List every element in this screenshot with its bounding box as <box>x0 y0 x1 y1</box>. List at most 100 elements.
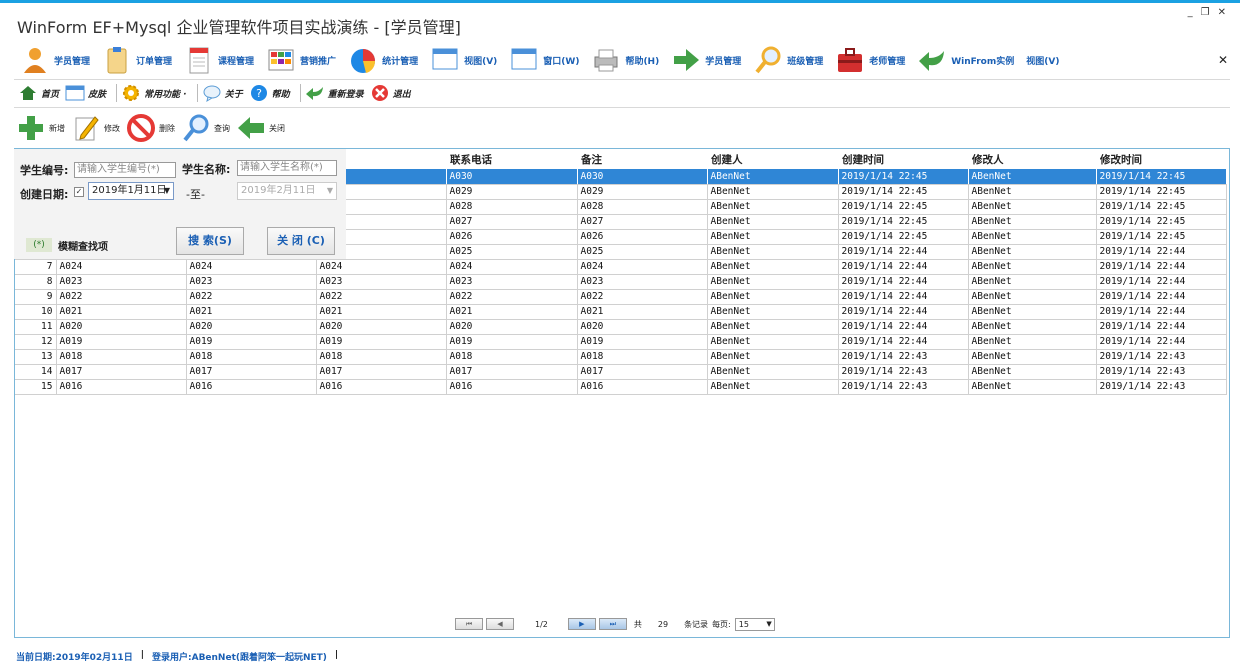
column-header-phone[interactable]: 联系电话 <box>446 149 577 169</box>
chevron-down-icon: ▼ <box>163 186 170 195</box>
column-header-modifier[interactable]: 修改人 <box>968 149 1096 169</box>
divider <box>116 84 118 102</box>
table-cell: A024 <box>186 259 317 275</box>
menu-item-class[interactable]: 班级管理 <box>753 43 823 77</box>
prev-page-button[interactable]: ◀ <box>486 618 514 630</box>
toolbar-label: 皮肤 <box>88 89 107 100</box>
per-page-select[interactable]: 15 ▼ <box>734 617 775 631</box>
table-row[interactable]: 13 A018 A018 A018 A018 A018 ABenNet 2019/1/14 2… <box>15 349 1227 365</box>
menu-item-marketing[interactable]: 营销推广 <box>266 43 336 77</box>
row-number: 12 <box>15 334 57 350</box>
table-cell: 2019/1/14 22:45 <box>838 169 969 185</box>
last-page-button[interactable]: ⏭ <box>598 618 627 630</box>
table-cell: A023 <box>446 274 578 290</box>
table-row[interactable]: 8 A023 A023 A023 A023 A023 ABenNet 2019/1/14 22… <box>15 274 1227 290</box>
table-cell: A021 <box>446 304 578 320</box>
window-icon <box>65 83 85 103</box>
table-cell: 2019/1/14 22:45 <box>838 214 969 230</box>
table-row[interactable]: 9 A022 A022 A022 A022 A022 ABenNet 2019/1/14 22… <box>15 289 1227 305</box>
table-cell: A019 <box>56 334 187 350</box>
menu-item-course[interactable]: 课程管理 <box>184 43 254 77</box>
toolbar-relogin[interactable]: 重新登录 <box>305 83 364 103</box>
menu-item-order[interactable]: 订单管理 <box>102 43 172 77</box>
table-row[interactable]: 15 A016 A016 A016 A016 A016 ABenNet 2019/1/14 2… <box>15 379 1227 395</box>
column-header-creator[interactable]: 创建人 <box>707 149 838 169</box>
table-cell: A020 <box>56 319 187 335</box>
menu-item-statistics[interactable]: 统计管理 <box>348 43 418 77</box>
toolbar-about[interactable]: 关于 <box>202 83 243 103</box>
menu-item-view-2[interactable]: 视图(V) <box>1026 43 1059 77</box>
student-name-label: 学生名称: <box>182 163 231 176</box>
minimize-button[interactable]: _ <box>1188 7 1193 18</box>
column-header-note[interactable]: 备注 <box>577 149 707 169</box>
table-cell: ABenNet <box>968 289 1097 305</box>
toolbar-common-functions[interactable]: 常用功能 · <box>121 83 187 103</box>
date-from-value: 2019年1月11日 <box>92 185 167 196</box>
menu-item-student-2[interactable]: 学员管理 <box>671 43 741 77</box>
table-cell: A024 <box>446 259 578 275</box>
delete-button[interactable]: 删除 <box>126 113 175 143</box>
student-name-input[interactable]: 请输入学生名称(*) <box>237 160 337 176</box>
divider <box>14 79 1230 80</box>
close-search-button[interactable]: 关 闭 (C) <box>267 227 335 255</box>
table-row[interactable]: 7 A024 A024 A024 A024 A024 ABenNet 2019/1/14 22… <box>15 259 1227 275</box>
table-cell: A026 <box>446 229 578 245</box>
table-cell: A030 <box>446 169 578 185</box>
table-cell: 2019/1/14 22:44 <box>838 244 969 260</box>
table-cell: A029 <box>577 184 708 200</box>
chevron-down-icon: ▼ <box>766 619 772 628</box>
toolbar-skin[interactable]: 皮肤 <box>65 83 106 103</box>
close-tab-button[interactable]: 关闭 <box>236 113 285 143</box>
table-cell: 2019/1/14 22:44 <box>1096 259 1227 275</box>
table-cell: A022 <box>577 289 708 305</box>
close-button[interactable]: ✕ <box>1218 7 1226 18</box>
table-cell: ABenNet <box>968 349 1097 365</box>
table-cell: ABenNet <box>968 244 1097 260</box>
mdi-close-icon[interactable]: ✕ <box>1218 53 1228 67</box>
menu-item-winform-example[interactable]: WinFrom实例 <box>917 43 1014 77</box>
table-row[interactable]: 11 A020 A020 A020 A020 A020 ABenNet 2019/1/14 2… <box>15 319 1227 335</box>
column-header-created[interactable]: 创建时间 <box>838 149 968 169</box>
next-page-button[interactable]: ▶ <box>567 618 596 630</box>
menu-item-label: 视图(V) <box>464 56 498 67</box>
menu-item-view[interactable]: 视图(V) <box>430 43 497 77</box>
table-cell: A023 <box>56 274 187 290</box>
menu-item-student[interactable]: 学员管理 <box>20 43 90 77</box>
toolbar-home[interactable]: 首页 <box>18 83 59 103</box>
status-separator: | <box>140 650 144 660</box>
date-checkbox[interactable]: ✓ <box>74 187 84 197</box>
table-row[interactable]: 10 A021 A021 A021 A021 A021 ABenNet 2019/1/14 2… <box>15 304 1227 320</box>
add-button[interactable]: 新增 <box>16 113 65 143</box>
query-button[interactable]: 查询 <box>181 113 230 143</box>
table-row[interactable]: 12 A019 A019 A019 A019 A019 ABenNet 2019/1/14 2… <box>15 334 1227 350</box>
toolbar-help[interactable]: ? 帮助 <box>249 83 290 103</box>
first-page-button[interactable]: ⏮ <box>455 618 483 630</box>
divider <box>299 84 301 102</box>
table-row[interactable]: 14 A017 A017 A017 A017 A017 ABenNet 2019/1/14 2… <box>15 364 1227 380</box>
table-cell: ABenNet <box>707 334 839 350</box>
divider <box>14 107 1230 108</box>
table-cell: A021 <box>316 304 447 320</box>
toolbar-label: 删除 <box>159 123 175 133</box>
search-button[interactable]: 搜 索(S) <box>176 227 244 255</box>
menu-item-help[interactable]: 帮助(H) <box>591 43 659 77</box>
date-to-picker[interactable]: 2019年2月11日 ▼ <box>237 182 337 200</box>
toolbar-label: 关于 <box>224 89 243 100</box>
edit-button[interactable]: 修改 <box>71 113 120 143</box>
toolbar-exit[interactable]: 退出 <box>370 83 411 103</box>
menu-item-window[interactable]: 窗口(W) <box>509 43 579 77</box>
table-cell: 2019/1/14 22:44 <box>838 274 969 290</box>
table-cell: ABenNet <box>968 169 1097 185</box>
menu-item-label: 视图(V) <box>1026 56 1060 67</box>
restore-button[interactable]: ❐ <box>1201 7 1210 18</box>
table-cell: ABenNet <box>968 364 1097 380</box>
date-from-picker[interactable]: 2019年1月11日 ▼ <box>88 182 174 200</box>
table-cell: A023 <box>186 274 317 290</box>
arrow-back-icon <box>917 45 947 75</box>
student-code-input[interactable]: 请输入学生编号(*) <box>74 162 176 178</box>
search-panel: 学生编号: 请输入学生编号(*) 学生名称: 请输入学生名称(*) 创建日期: … <box>14 149 346 259</box>
column-header-modified[interactable]: 修改时间 <box>1096 149 1226 169</box>
table-cell: ABenNet <box>707 364 839 380</box>
menu-item-teacher[interactable]: 老师管理 <box>835 43 905 77</box>
table-cell: 2019/1/14 22:45 <box>838 184 969 200</box>
